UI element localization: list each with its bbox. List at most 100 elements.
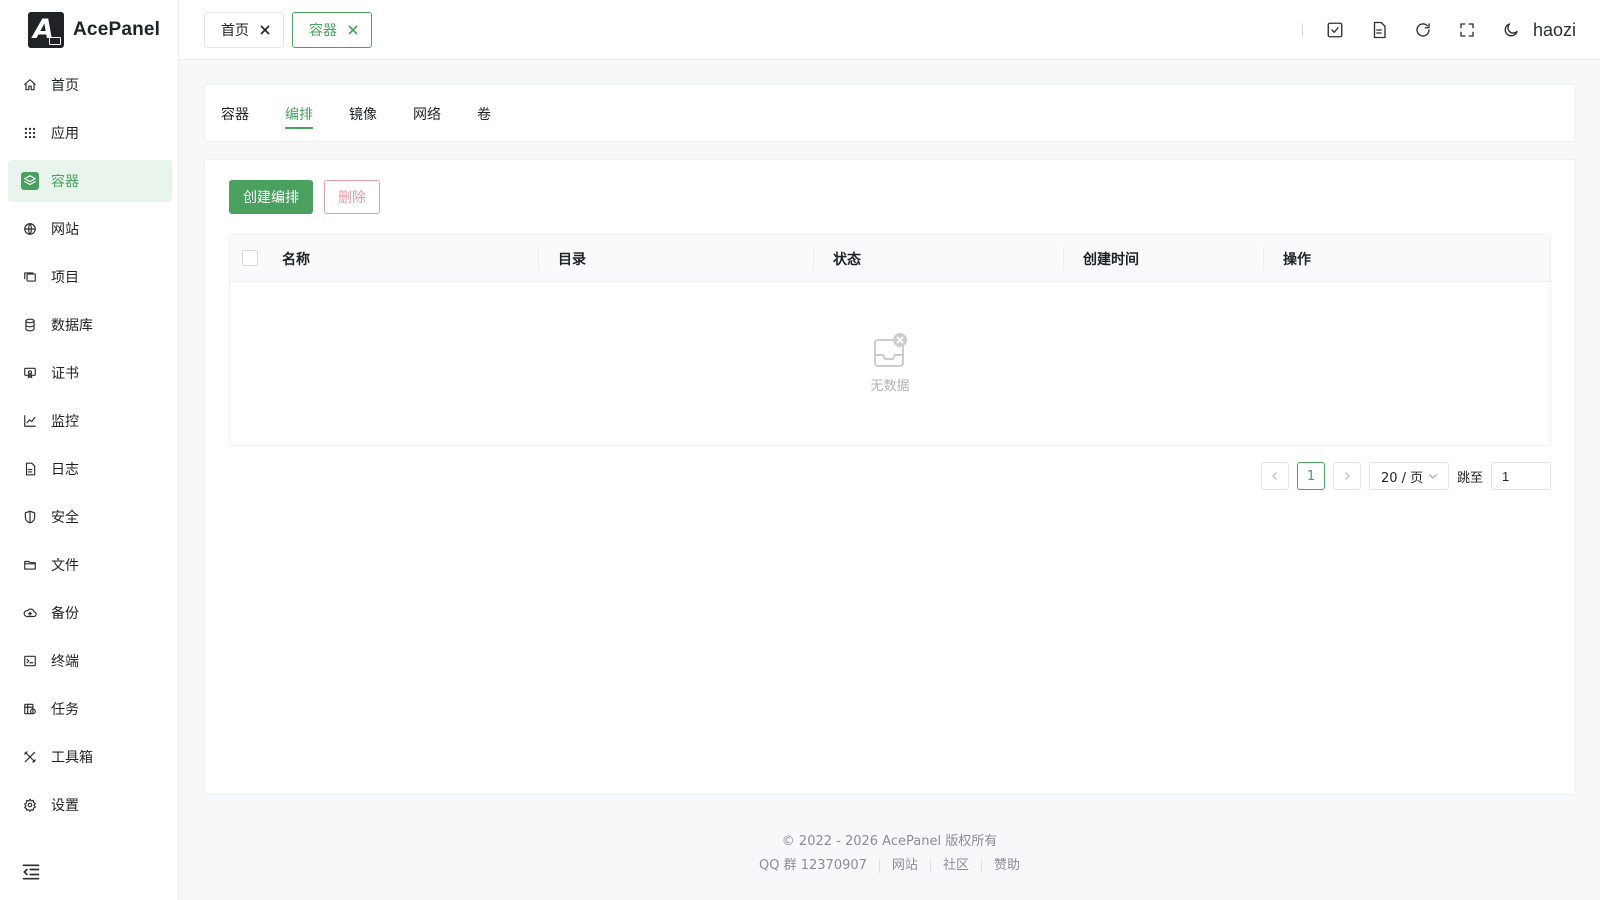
sidebar-item-label: 应用 (51, 126, 79, 142)
empty-state: 无数据 (230, 282, 1550, 445)
database-icon (21, 316, 39, 334)
divider (1301, 23, 1303, 37)
refresh-icon[interactable] (1411, 18, 1435, 42)
app-name: AcePanel (73, 19, 161, 40)
close-icon[interactable] (347, 24, 359, 36)
close-icon[interactable] (259, 24, 271, 36)
sidebar-item-log[interactable]: 日志 (8, 448, 172, 490)
cloud-backup-icon (21, 604, 39, 622)
tab-label: 首页 (221, 23, 249, 39)
container-subtabs-card: 容器 编排 镜像 网络 卷 (204, 84, 1576, 142)
header-actions: haozi (1301, 18, 1576, 42)
tab-label: 容器 (309, 23, 337, 39)
sidebar-item-label: 日志 (51, 462, 79, 478)
sidebar: A AcePanel 首页 应用 容器 网站 项目 数据库 证书 监控 日志 安… (0, 0, 179, 900)
subtab-compose[interactable]: 编排 (285, 85, 313, 143)
jump-page-input[interactable] (1491, 462, 1551, 490)
prev-page-button[interactable] (1260, 462, 1289, 490)
sidebar-item-label: 证书 (51, 366, 79, 382)
sidebar-item-label: 备份 (51, 606, 79, 622)
subtab-images[interactable]: 镜像 (349, 85, 377, 143)
sidebar-item-task[interactable]: 任务 (8, 688, 172, 730)
top-header: 首页 容器 haozi (179, 0, 1600, 60)
sidebar-item-label: 终端 (51, 654, 79, 670)
container-icon (21, 172, 39, 190)
pagination: 1 20 / 页 跳至 (1253, 462, 1551, 490)
column-divider (538, 247, 539, 270)
page-size-value: 20 / 页 (1380, 470, 1424, 486)
sidebar-item-monitor[interactable]: 监控 (8, 400, 172, 442)
sidebar-item-label: 项目 (51, 270, 79, 286)
page-number-button[interactable]: 1 (1296, 462, 1325, 490)
subtab-networks[interactable]: 网络 (413, 85, 441, 143)
footer-links: QQ 群 12370907 网站 社区 赞助 (179, 856, 1600, 876)
sidebar-item-label: 工具箱 (51, 750, 93, 766)
column-header-name[interactable]: 名称 (282, 235, 310, 282)
terminal-icon (21, 652, 39, 670)
chart-icon (21, 412, 39, 430)
sidebar-item-database[interactable]: 数据库 (8, 304, 172, 346)
sidebar-item-label: 网站 (51, 222, 79, 238)
delete-button[interactable]: 删除 (324, 180, 380, 214)
jump-label: 跳至 (1456, 470, 1483, 486)
task-check-icon[interactable] (1323, 18, 1347, 42)
empty-text: 无数据 (870, 379, 910, 394)
task-icon (21, 700, 39, 718)
apps-icon (21, 124, 39, 142)
compose-table: 名称 目录 状态 创建时间 操作 无数据 (229, 234, 1551, 446)
log-icon (21, 460, 39, 478)
folder-icon (21, 556, 39, 574)
home-icon (21, 76, 39, 94)
create-compose-button[interactable]: 创建编排 (229, 180, 313, 214)
column-divider (1063, 247, 1064, 270)
sidebar-item-label: 首页 (51, 78, 79, 94)
dark-mode-icon[interactable] (1499, 18, 1523, 42)
tab-container[interactable]: 容器 (292, 12, 372, 48)
sidebar-item-certificate[interactable]: 证书 (8, 352, 172, 394)
collapse-sidebar-icon[interactable] (21, 862, 41, 882)
chevron-down-icon (1429, 473, 1438, 480)
sidebar-item-label: 安全 (51, 510, 79, 526)
sidebar-item-home[interactable]: 首页 (8, 64, 172, 106)
copyright-text: © 2022 - 2026 AcePanel 版权所有 (781, 834, 998, 849)
page-tabs: 首页 容器 (204, 12, 372, 48)
column-header-directory[interactable]: 目录 (558, 235, 586, 282)
select-all-checkbox[interactable] (242, 250, 258, 266)
sidebar-item-container[interactable]: 容器 (8, 160, 172, 202)
sidebar-item-apps[interactable]: 应用 (8, 112, 172, 154)
sidebar-item-label: 文件 (51, 558, 79, 574)
sidebar-item-project[interactable]: 项目 (8, 256, 172, 298)
column-header-actions[interactable]: 操作 (1283, 235, 1311, 282)
sidebar-item-website[interactable]: 网站 (8, 208, 172, 250)
column-header-status[interactable]: 状态 (833, 235, 861, 282)
page-size-select[interactable]: 20 / 页 (1368, 462, 1449, 490)
certificate-icon (21, 364, 39, 382)
sidebar-item-security[interactable]: 安全 (8, 496, 172, 538)
shield-icon (21, 508, 39, 526)
column-divider (813, 247, 814, 270)
sidebar-item-toolbox[interactable]: 工具箱 (8, 736, 172, 778)
footer-link-sponsor[interactable]: 赞助 (982, 856, 1032, 876)
app-logo[interactable]: A AcePanel (28, 12, 160, 48)
footer-link-website[interactable]: 网站 (880, 856, 930, 876)
column-header-created-at[interactable]: 创建时间 (1083, 235, 1139, 282)
project-icon (21, 268, 39, 286)
user-menu[interactable]: haozi (1533, 20, 1576, 41)
tab-home[interactable]: 首页 (204, 12, 284, 48)
footer: © 2022 - 2026 AcePanel 版权所有 QQ 群 1237090… (179, 832, 1600, 876)
table-header: 名称 目录 状态 创建时间 操作 (230, 235, 1550, 282)
sidebar-item-file[interactable]: 文件 (8, 544, 172, 586)
footer-link-community[interactable]: 社区 (931, 856, 981, 876)
compose-card: 创建编排 删除 名称 目录 状态 创建时间 操作 无数据 1 20 / 页 跳至… (204, 159, 1576, 795)
subtab-volumes[interactable]: 卷 (477, 85, 491, 143)
sidebar-item-backup[interactable]: 备份 (8, 592, 172, 634)
sidebar-item-settings[interactable]: 设置 (8, 784, 172, 826)
document-icon[interactable] (1367, 18, 1391, 42)
sidebar-menu: 首页 应用 容器 网站 项目 数据库 证书 监控 日志 安全 文件 备份 终端 … (8, 64, 172, 832)
next-page-button[interactable] (1332, 462, 1361, 490)
fullscreen-icon[interactable] (1455, 18, 1479, 42)
logo-mark-icon: A (28, 12, 64, 48)
sidebar-item-terminal[interactable]: 终端 (8, 640, 172, 682)
empty-inbox-icon (872, 333, 908, 369)
subtab-containers[interactable]: 容器 (221, 85, 249, 143)
